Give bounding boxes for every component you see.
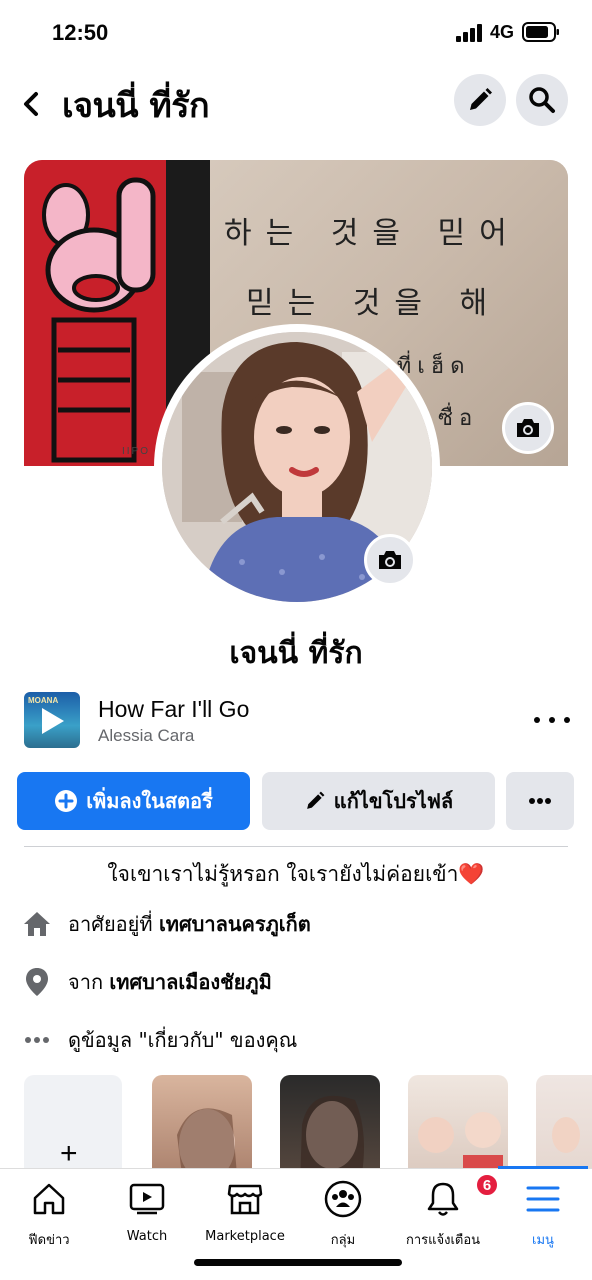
add-photo-card[interactable]: + xyxy=(24,1075,122,1170)
tab-label: การแจ้งเตือน xyxy=(405,1233,481,1248)
menu-icon xyxy=(523,1179,563,1219)
photo-strip: + xyxy=(0,1075,592,1170)
detail-from-text: จาก เทศบาลเมืองชัยภูมิ xyxy=(68,970,272,994)
tab-label: Watch xyxy=(126,1229,168,1244)
profile-name: เจนนี่ ที่รัก xyxy=(229,636,363,671)
bio-text: ใจเขาเราไม่รู้หรอก ใจเรายังไม่ค่อยเข้า xyxy=(107,862,459,886)
detail-from[interactable]: จาก เทศบาลเมืองชัยภูมิ xyxy=(22,962,582,1002)
top-nav: เจนนี่ ที่รัก xyxy=(0,62,592,142)
avatar-camera-button[interactable] xyxy=(364,534,416,586)
add-to-story-label: เพิ่มลงในสตอรี่ xyxy=(86,789,213,813)
detail-lives-in[interactable]: อาศัยอยู่ที่ เทศบาลนครภูเก็ต xyxy=(22,904,582,944)
photo-thumbnail[interactable] xyxy=(408,1075,508,1170)
chevron-left-icon xyxy=(24,92,38,116)
camera-icon xyxy=(379,551,401,569)
album-label: MOANA xyxy=(28,696,59,705)
status-time: 12:50 xyxy=(52,20,109,45)
photo-thumbnail[interactable] xyxy=(280,1075,380,1170)
play-icon xyxy=(42,708,64,734)
tab-groups[interactable]: กลุ่ม xyxy=(294,1179,392,1249)
profile-music[interactable]: MOANA How Far I'll Go Alessia Cara xyxy=(0,688,592,758)
search-button[interactable] xyxy=(516,74,568,126)
bell-icon: 6 xyxy=(423,1173,499,1219)
bio: ใจเขาเราไม่รู้หรอก ใจเรายังไม่ค่อยเข้า❤️ xyxy=(0,858,592,891)
album-art[interactable]: MOANA xyxy=(24,692,80,748)
song-title: How Far I'll Go xyxy=(98,696,250,722)
cartoon-pig-illustration xyxy=(42,177,156,463)
more-icon xyxy=(529,798,551,804)
active-tab-indicator xyxy=(498,1166,588,1169)
tab-news-feed[interactable]: ฟีดข่าว xyxy=(0,1179,98,1249)
detail-about-link[interactable]: ดูข้อมูล "เกี่ยวกับ" ของคุณ xyxy=(22,1020,582,1060)
photo-thumbnail[interactable] xyxy=(152,1075,252,1170)
tab-watch[interactable]: Watch xyxy=(98,1179,196,1249)
network-type: 4G xyxy=(490,22,515,42)
marketplace-icon xyxy=(225,1179,265,1219)
search-icon xyxy=(529,87,555,113)
photo-thumbnail[interactable] xyxy=(536,1075,592,1170)
cover-camera-button[interactable] xyxy=(502,402,554,454)
cover-korean-line-1: 하는 것을 믿어 xyxy=(224,216,521,251)
add-to-story-button[interactable]: เพิ่มลงในสตอรี่ xyxy=(17,772,250,830)
plus-circle-icon xyxy=(54,789,78,813)
edit-profile-label: แก้ไขโปรไฟล์ xyxy=(333,789,454,813)
battery-icon xyxy=(522,22,559,42)
tab-notifications[interactable]: 6 การแจ้งเตือน xyxy=(394,1173,499,1249)
groups-icon xyxy=(323,1179,363,1219)
page-title: เจนนี่ ที่รัก xyxy=(62,86,210,126)
edit-button[interactable] xyxy=(454,74,506,126)
home-icon xyxy=(29,1179,69,1219)
home-indicator xyxy=(194,1259,402,1266)
status-bar: 12:50 4G xyxy=(0,0,592,62)
watch-icon xyxy=(127,1179,167,1219)
location-pin-icon xyxy=(22,967,52,997)
cover-korean-line-2: 믿는 것을 해 xyxy=(246,286,502,321)
home-icon xyxy=(22,909,52,939)
about-link-text: ดูข้อมูล "เกี่ยวกับ" ของคุณ xyxy=(68,1028,298,1052)
music-more-button[interactable] xyxy=(534,708,570,732)
cover-art-caption: IIPO xyxy=(122,446,151,457)
tab-menu[interactable]: เมนู xyxy=(494,1179,592,1249)
tab-label: เมนู xyxy=(532,1233,554,1248)
tab-label: ฟีดข่าว xyxy=(28,1233,70,1248)
pencil-icon xyxy=(470,88,492,110)
pencil-icon xyxy=(304,790,326,812)
plus-icon: + xyxy=(60,1137,78,1170)
camera-icon xyxy=(517,419,539,437)
edit-profile-button[interactable]: แก้ไขโปรไฟล์ xyxy=(262,772,495,830)
cellular-signal-icon xyxy=(456,24,482,42)
song-artist: Alessia Cara xyxy=(98,726,195,745)
tab-label: กลุ่ม xyxy=(330,1233,356,1248)
profile-more-button[interactable] xyxy=(506,772,574,830)
tab-label: Marketplace xyxy=(205,1229,285,1244)
divider xyxy=(24,846,568,847)
heart-emoji: ❤️ xyxy=(458,862,485,886)
back-button[interactable] xyxy=(16,84,48,124)
more-icon xyxy=(534,717,540,723)
detail-lives-in-text: อาศัยอยู่ที่ เทศบาลนครภูเก็ต xyxy=(68,912,311,936)
tab-marketplace[interactable]: Marketplace xyxy=(196,1179,294,1249)
ellipsis-icon xyxy=(22,1025,52,1055)
